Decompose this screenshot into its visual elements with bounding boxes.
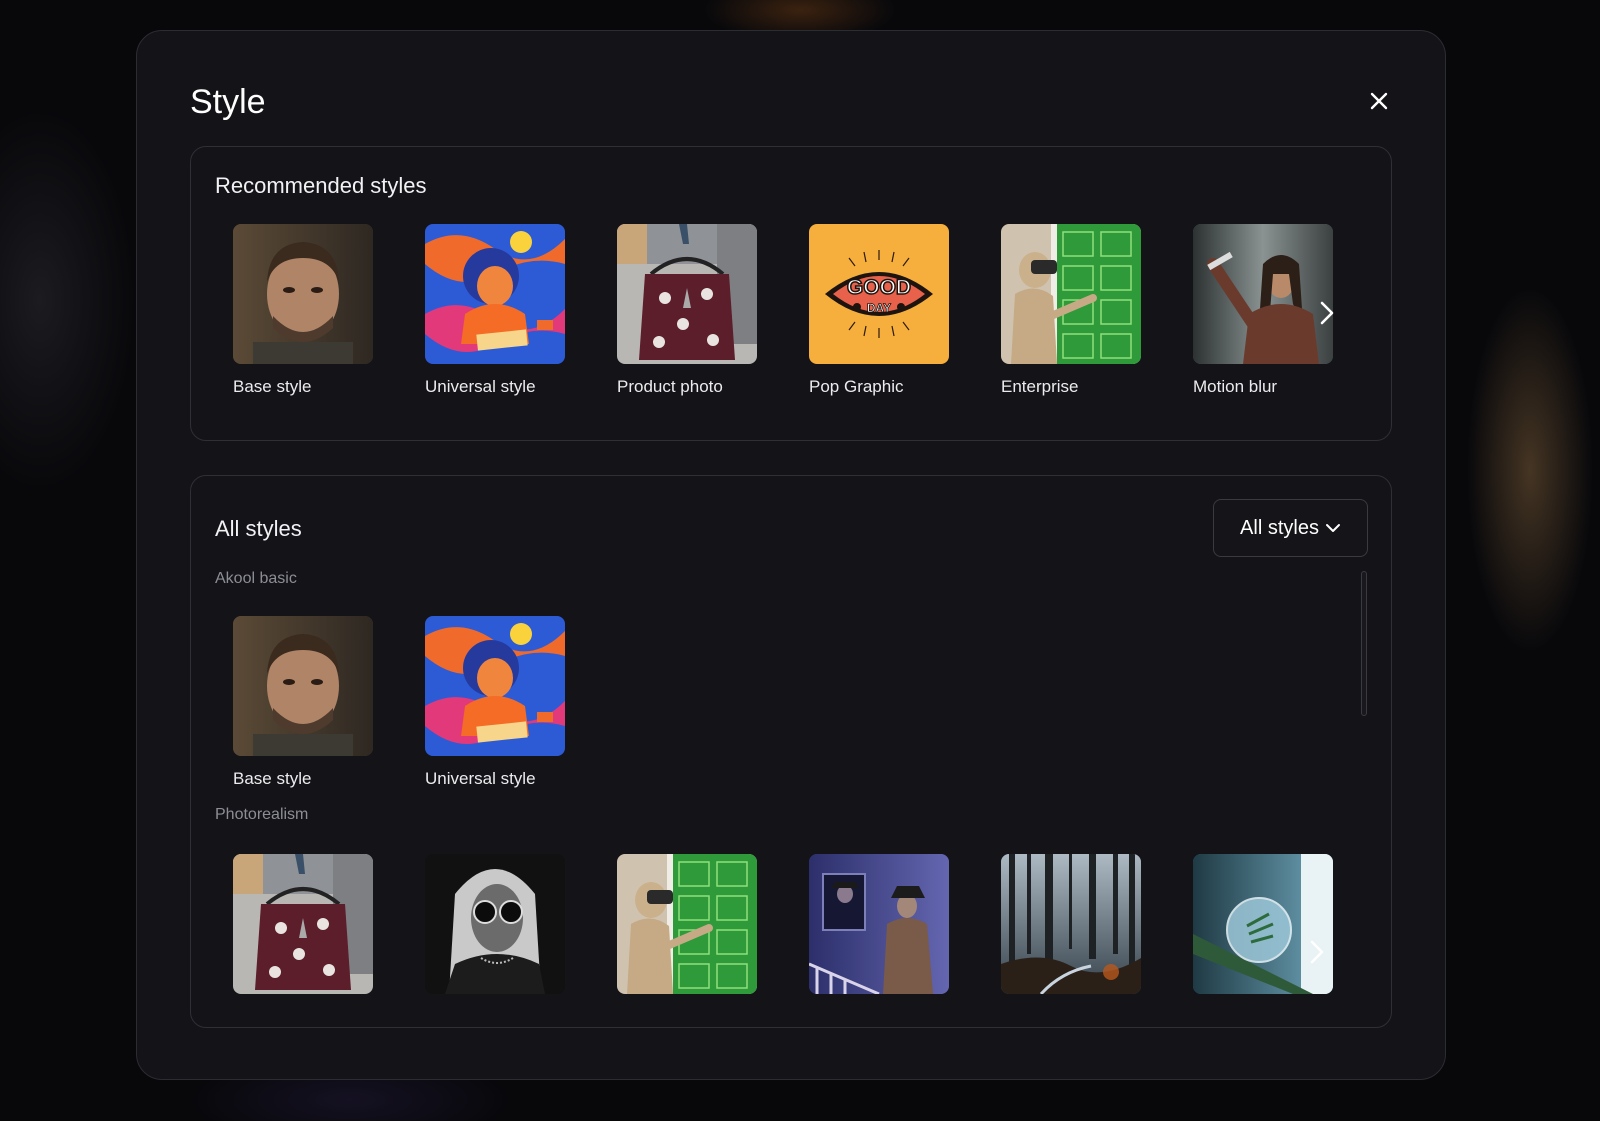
style-card-universal-style[interactable]: Universal style [425, 224, 565, 397]
singer-motion-blur-thumbnail [1193, 224, 1333, 364]
close-button[interactable] [1365, 87, 1393, 115]
style-card-enterprise[interactable]: Enterprise [1001, 224, 1141, 397]
water-droplet-macro-thumbnail [1193, 854, 1333, 994]
illustration-child-drawing-thumbnail [425, 224, 565, 364]
tote-bag-photo-thumbnail [233, 854, 373, 994]
style-card-pop-graphic[interactable]: Pop Graphic [809, 224, 949, 397]
style-card-product-photo[interactable]: Product photo [617, 224, 757, 397]
photorealism-next-button[interactable] [1303, 932, 1331, 972]
robot-vr-thumbnail [1001, 224, 1141, 364]
style-card-label: Enterprise [1001, 377, 1079, 396]
akool-basic-row: Base style Universal style [233, 616, 565, 789]
style-card-label: Base style [233, 377, 312, 396]
portrait-man-thumbnail [233, 224, 373, 364]
detective-mirror-thumbnail [809, 854, 949, 994]
style-card-photorealism-4[interactable] [809, 854, 949, 994]
chevron-right-icon [1320, 301, 1334, 325]
robot-vr-thumbnail [617, 854, 757, 994]
recommended-styles-row: Base style Universal style Product photo… [233, 224, 1333, 397]
woman-sunglasses-bw-thumbnail [425, 854, 565, 994]
recommended-next-button[interactable] [1313, 293, 1341, 333]
all-styles-title: All styles [215, 516, 302, 541]
style-card-label: Product photo [617, 377, 723, 396]
style-card-label: Pop Graphic [809, 377, 904, 396]
style-card-photorealism-1[interactable] [233, 854, 373, 994]
style-card-label: Base style [233, 769, 312, 788]
scrollbar[interactable] [1361, 571, 1367, 716]
misty-forest-thumbnail [1001, 854, 1141, 994]
style-card-base-style[interactable]: Base style [233, 616, 373, 789]
illustration-child-drawing-thumbnail [425, 616, 565, 756]
portrait-man-thumbnail [233, 616, 373, 756]
style-card-label: Universal style [425, 377, 536, 396]
photorealism-row [233, 854, 1333, 994]
good-day-graphic-thumbnail [809, 224, 949, 364]
recommended-styles-panel: Recommended styles Base style Universal … [190, 146, 1392, 441]
close-icon [1370, 92, 1388, 110]
group-label-akool-basic: Akool basic [215, 570, 297, 587]
style-card-photorealism-2[interactable] [425, 854, 565, 994]
all-styles-panel: All styles All styles Akool basic Base s… [190, 475, 1392, 1028]
style-filter-dropdown[interactable]: All styles [1213, 499, 1368, 557]
style-card-universal-style[interactable]: Universal style [425, 616, 565, 789]
chevron-right-icon [1310, 940, 1324, 964]
style-filter-value: All styles [1240, 516, 1319, 539]
style-card-label: Motion blur [1193, 377, 1278, 396]
style-card-photorealism-6[interactable] [1193, 854, 1333, 994]
style-card-photorealism-3[interactable] [617, 854, 757, 994]
modal-title: Style [190, 83, 266, 121]
recommended-styles-title: Recommended styles [215, 173, 427, 198]
style-card-photorealism-5[interactable] [1001, 854, 1141, 994]
group-label-photorealism: Photorealism [215, 806, 309, 823]
style-card-motion-blur[interactable]: Motion blur [1193, 224, 1333, 397]
style-card-base-style[interactable]: Base style [233, 224, 373, 397]
style-card-label: Universal style [425, 769, 536, 788]
chevron-down-icon [1325, 524, 1340, 532]
style-modal: Style Recommended styles Base style Univ… [136, 30, 1446, 1080]
tote-bag-photo-thumbnail [617, 224, 757, 364]
